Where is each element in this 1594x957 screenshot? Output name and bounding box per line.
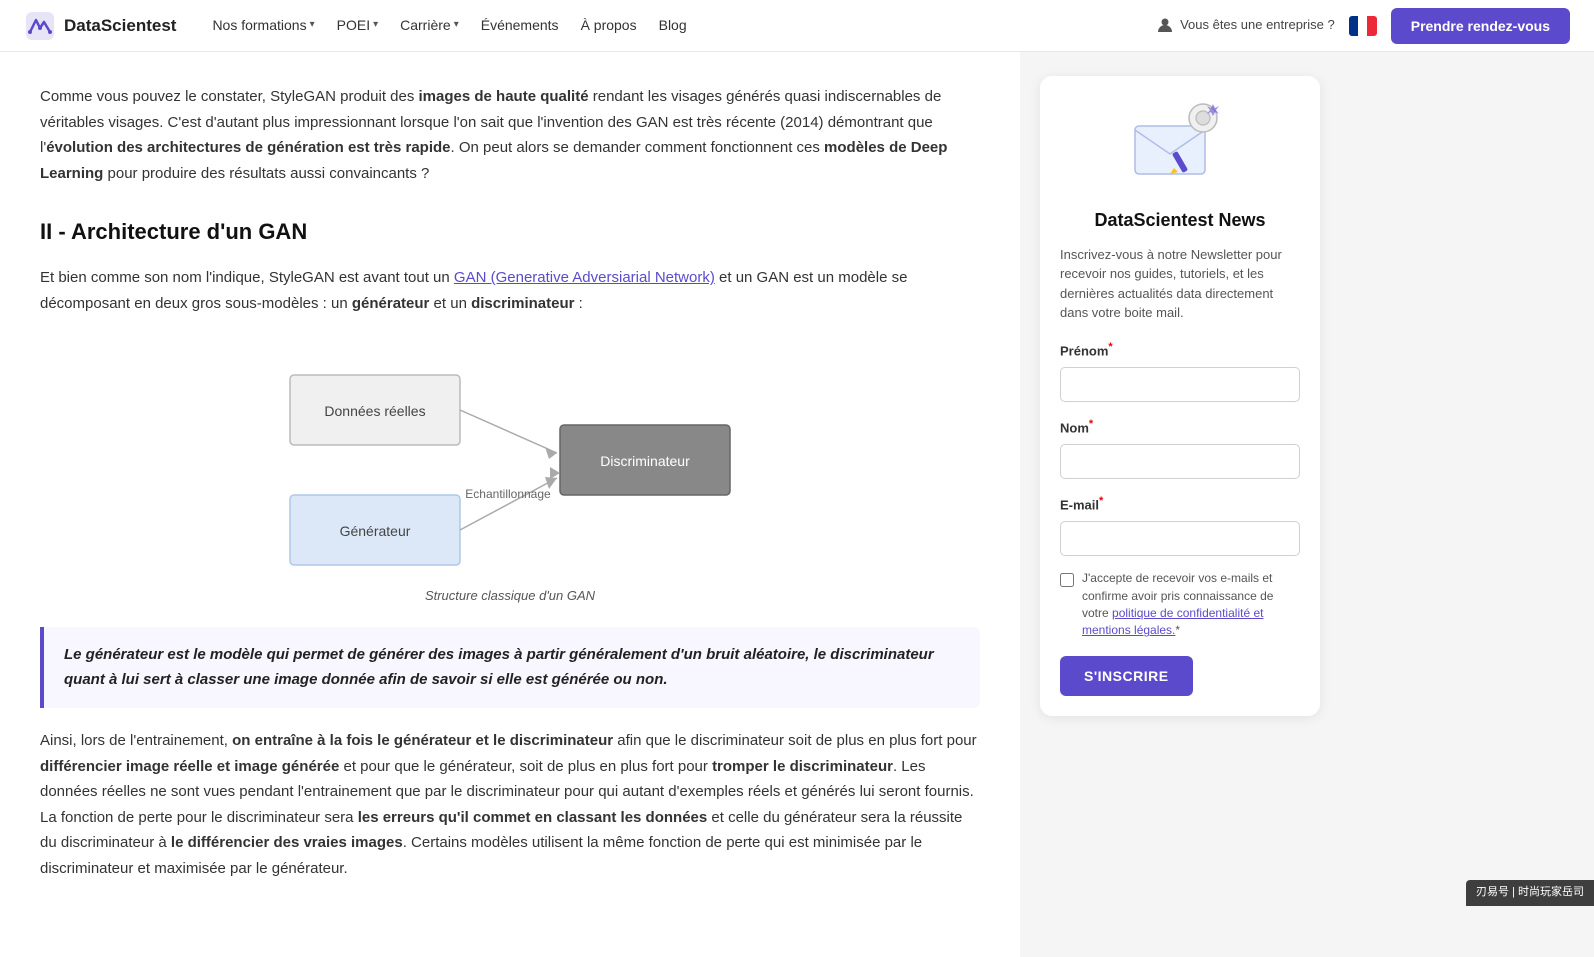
article-h2: II - Architecture d'un GAN xyxy=(40,214,980,249)
svg-text:Echantillonnage: Echantillonnage xyxy=(465,487,551,501)
rendez-vous-button[interactable]: Prendre rendez-vous xyxy=(1391,8,1570,44)
nav-item-apropos[interactable]: À propos xyxy=(573,8,645,42)
gan-diagram: Données réelles Générateur Discriminateu… xyxy=(40,340,980,607)
consent-label: J'accepte de recevoir vos e-mails et con… xyxy=(1082,570,1300,640)
blockquote: Le générateur est le modèle qui permet d… xyxy=(40,627,980,709)
sidebar: DataScientest News Inscrivez-vous à notr… xyxy=(1020,52,1340,957)
page-wrapper: Comme vous pouvez le constater, StyleGAN… xyxy=(0,52,1594,957)
chevron-down-icon: ▾ xyxy=(454,17,459,33)
article-para-2: Et bien comme son nom l'indique, StyleGA… xyxy=(40,265,980,316)
email-input[interactable] xyxy=(1060,521,1300,556)
navbar-right: Vous êtes une entreprise ? Prendre rende… xyxy=(1156,8,1570,44)
enterprise-label: Vous êtes une entreprise ? xyxy=(1180,15,1335,36)
consent-row: J'accepte de recevoir vos e-mails et con… xyxy=(1060,570,1300,640)
nav-label-apropos: À propos xyxy=(581,14,637,36)
svg-text:Données réelles: Données réelles xyxy=(324,403,425,419)
person-icon xyxy=(1156,16,1174,34)
nav-label-formations: Nos formations xyxy=(212,14,306,36)
newsletter-desc: Inscrivez-vous à notre Newsletter pour r… xyxy=(1060,245,1300,323)
chevron-down-icon: ▾ xyxy=(310,17,315,33)
main-content: Comme vous pouvez le constater, StyleGAN… xyxy=(0,52,1020,957)
blockquote-text: Le générateur est le modèle qui permet d… xyxy=(64,643,960,693)
nav-item-poei[interactable]: POEI ▾ xyxy=(329,8,387,42)
bottom-bar: 刃易号 | 时尚玩家岳司 xyxy=(1466,880,1594,906)
nav-label-carriere: Carrière xyxy=(400,14,451,36)
navbar: DataScientest Nos formations ▾ POEI ▾ Ca… xyxy=(0,0,1594,52)
privacy-link[interactable]: politique de confidentialité et mentions… xyxy=(1082,606,1263,637)
diagram-caption: Structure classique d'un GAN xyxy=(425,586,595,607)
submit-button[interactable]: S'INSCRIRE xyxy=(1060,656,1193,696)
diagram-svg: Données réelles Générateur Discriminateu… xyxy=(260,340,760,580)
gan-link[interactable]: GAN (Generative Adversiarial Network) xyxy=(454,269,715,286)
consent-checkbox[interactable] xyxy=(1060,573,1074,587)
newsletter-card: DataScientest News Inscrivez-vous à notr… xyxy=(1040,76,1320,716)
nom-input[interactable] xyxy=(1060,444,1300,479)
nom-label: Nom* xyxy=(1060,416,1300,439)
article-para-1: Comme vous pouvez le constater, StyleGAN… xyxy=(40,84,980,186)
nav-item-evenements[interactable]: Événements xyxy=(473,8,567,42)
nav-label-blog: Blog xyxy=(659,14,687,36)
article-para-3: Ainsi, lors de l'entrainement, on entraî… xyxy=(40,728,980,881)
main-nav: Nos formations ▾ POEI ▾ Carrière ▾ Événe… xyxy=(204,8,1128,42)
nav-item-formations[interactable]: Nos formations ▾ xyxy=(204,8,322,42)
logo[interactable]: DataScientest xyxy=(24,10,176,42)
newsletter-icon xyxy=(1125,96,1235,186)
newsletter-title: DataScientest News xyxy=(1060,206,1300,235)
logo-icon xyxy=(24,10,56,42)
svg-text:Discriminateur: Discriminateur xyxy=(600,453,690,469)
flag-icon[interactable] xyxy=(1349,16,1377,36)
prenom-input[interactable] xyxy=(1060,367,1300,402)
svg-text:Générateur: Générateur xyxy=(340,523,411,539)
email-label: E-mail* xyxy=(1060,493,1300,516)
newsletter-form: Prénom* Nom* E-mail* J'accepte de recevo… xyxy=(1060,339,1300,696)
nav-item-carriere[interactable]: Carrière ▾ xyxy=(392,8,467,42)
enterprise-button[interactable]: Vous êtes une entreprise ? xyxy=(1156,15,1335,36)
nav-item-blog[interactable]: Blog xyxy=(651,8,695,42)
newsletter-illustration xyxy=(1060,96,1300,194)
nav-label-evenements: Événements xyxy=(481,14,559,36)
prenom-label: Prénom* xyxy=(1060,339,1300,362)
nav-label-poei: POEI xyxy=(337,14,370,36)
chevron-down-icon: ▾ xyxy=(373,17,378,33)
logo-text: DataScientest xyxy=(64,12,176,39)
